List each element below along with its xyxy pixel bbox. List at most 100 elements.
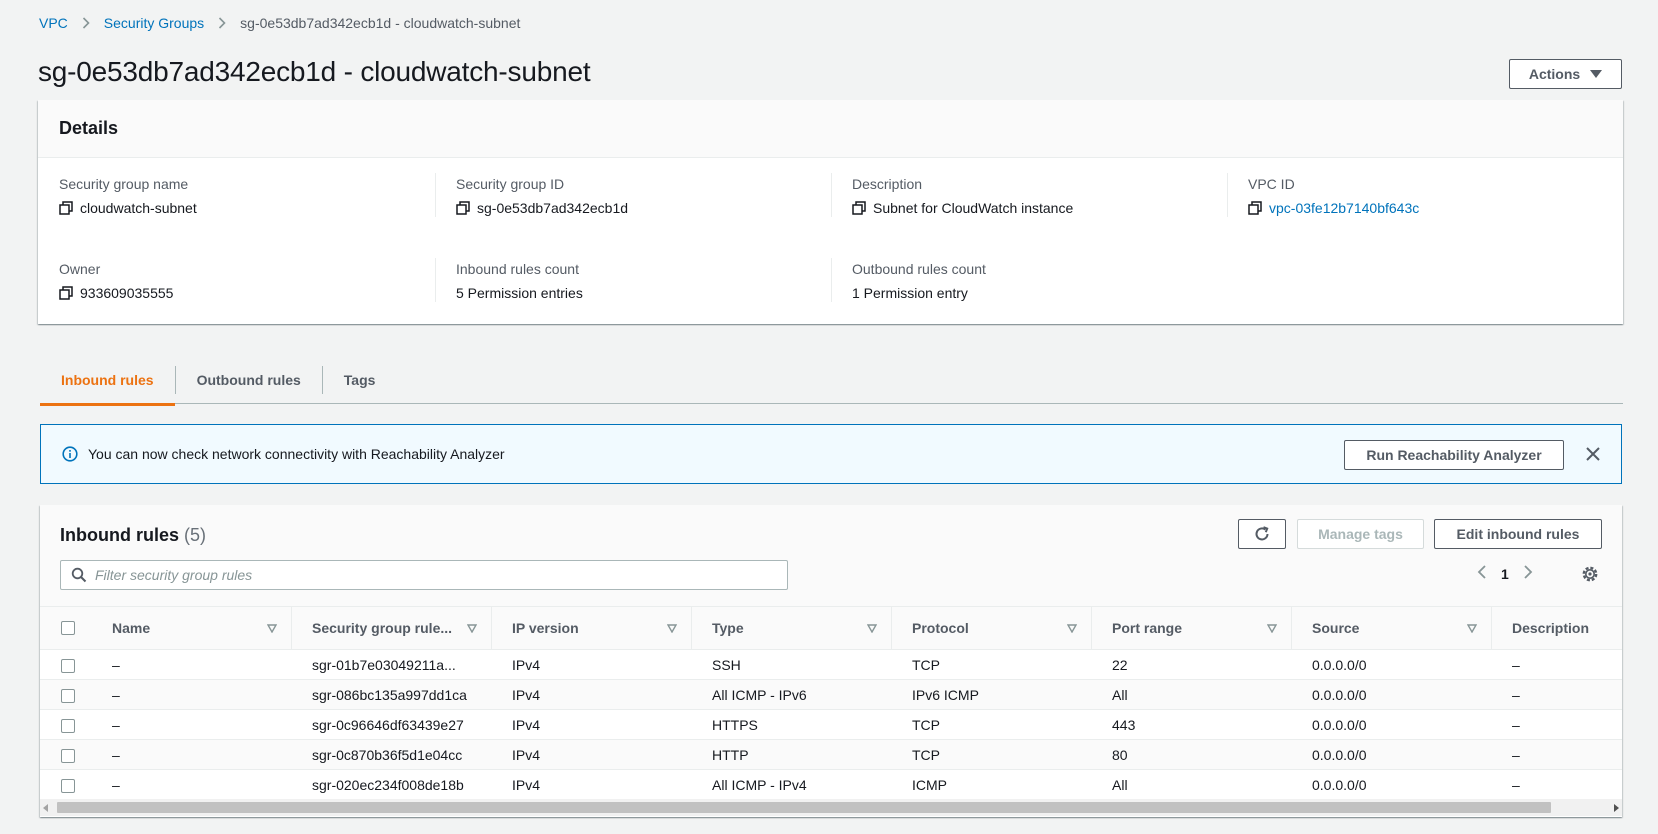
- cell-protocol: IPv6 ICMP: [912, 686, 979, 703]
- column-label: Source: [1312, 620, 1360, 636]
- details-header: Details: [38, 100, 1623, 158]
- actions-button[interactable]: Actions: [1509, 59, 1622, 89]
- column-header-description[interactable]: Description: [1492, 607, 1622, 650]
- column-header-name[interactable]: Name: [92, 607, 292, 650]
- scroll-left-arrow-icon[interactable]: [43, 804, 48, 812]
- rules-title-text: Inbound rules: [60, 525, 179, 545]
- scroll-right-arrow-icon[interactable]: [1614, 804, 1619, 812]
- refresh-button[interactable]: [1238, 519, 1286, 549]
- rules-table: Name Security group rule... IP version T…: [40, 606, 1622, 800]
- edit-inbound-rules-button[interactable]: Edit inbound rules: [1434, 519, 1602, 549]
- column-header-ip-version[interactable]: IP version: [492, 607, 692, 650]
- cell-description: –: [1512, 716, 1520, 733]
- field-value: vpc-03fe12b7140bf643c: [1248, 200, 1644, 216]
- cell-source: 0.0.0.0/0: [1312, 686, 1367, 703]
- cell-name: –: [112, 686, 120, 703]
- field-vpc-id: VPC ID vpc-03fe12b7140bf643c: [1248, 176, 1644, 216]
- copy-icon[interactable]: [456, 201, 470, 215]
- details-panel: Details Security group name cloudwatch-s…: [38, 100, 1623, 324]
- run-reachability-analyzer-button[interactable]: Run Reachability Analyzer: [1344, 440, 1564, 470]
- horizontal-scrollbar[interactable]: [40, 799, 1622, 816]
- column-label: Type: [712, 620, 744, 636]
- chevron-left-icon[interactable]: [1477, 564, 1487, 583]
- sort-icon: [1267, 623, 1277, 633]
- table-row[interactable]: – sgr-0c96646df63439e27 IPv4 HTTPS TCP 4…: [40, 710, 1622, 740]
- breadcrumb-vpc[interactable]: VPC: [39, 15, 68, 31]
- vpc-id-link[interactable]: vpc-03fe12b7140bf643c: [1269, 200, 1419, 216]
- cell-type: SSH: [712, 656, 741, 673]
- gear-icon[interactable]: [1581, 565, 1599, 583]
- cell-rule-id: sgr-086bc135a997dd1ca: [312, 686, 467, 703]
- rules-title: Inbound rules (5): [60, 525, 206, 546]
- rules-count: (5): [184, 525, 207, 545]
- column-label: Name: [112, 620, 151, 636]
- column-header-source[interactable]: Source: [1292, 607, 1492, 650]
- field-owner: Owner 933609035555: [59, 261, 455, 301]
- field-inbound-rules-count: Inbound rules count 5 Permission entries: [456, 261, 852, 301]
- table-row[interactable]: – sgr-086bc135a997dd1ca IPv4 All ICMP - …: [40, 679, 1622, 710]
- row-checkbox[interactable]: [61, 658, 75, 673]
- caret-down-icon: [1590, 70, 1603, 78]
- cell-description: –: [1512, 686, 1520, 703]
- owner-value: 933609035555: [80, 285, 174, 301]
- column-label: Port range: [1112, 620, 1183, 636]
- cell-protocol: ICMP: [912, 776, 947, 793]
- cell-port-range: All: [1112, 686, 1128, 703]
- column-header-protocol[interactable]: Protocol: [892, 607, 1092, 650]
- field-value: Subnet for CloudWatch instance: [852, 200, 1248, 216]
- column-label: Security group rule...: [312, 620, 453, 636]
- select-all-checkbox[interactable]: [61, 621, 75, 635]
- column-label: Protocol: [912, 620, 969, 636]
- sort-icon: [467, 623, 477, 633]
- scrollbar-thumb[interactable]: [57, 802, 1551, 813]
- table-row[interactable]: – sgr-020ec234f008de18b IPv4 All ICMP - …: [40, 770, 1622, 800]
- inbound-rules-panel: Inbound rules (5) Manage tags Edit inbou…: [40, 505, 1622, 817]
- breadcrumb-current: sg-0e53db7ad342ecb1d - cloudwatch-subnet: [240, 15, 521, 31]
- row-select: [40, 770, 92, 800]
- chevron-right-icon[interactable]: [1523, 564, 1533, 583]
- field-value: sg-0e53db7ad342ecb1d: [456, 200, 852, 216]
- description-value: Subnet for CloudWatch instance: [873, 200, 1074, 216]
- tab-outbound-rules[interactable]: Outbound rules: [176, 356, 322, 404]
- chevron-right-icon: [82, 17, 90, 29]
- copy-icon[interactable]: [59, 286, 73, 300]
- filter-input[interactable]: [95, 567, 775, 583]
- cell-protocol: TCP: [912, 746, 940, 763]
- cell-port-range: 80: [1112, 746, 1128, 763]
- row-checkbox[interactable]: [61, 718, 75, 733]
- details-title: Details: [59, 118, 119, 138]
- table-row[interactable]: – sgr-0c870b36f5d1e04cc IPv4 HTTP TCP 80…: [40, 739, 1622, 770]
- tab-bar: Inbound rules Outbound rules Tags: [40, 356, 1623, 406]
- copy-icon[interactable]: [852, 201, 866, 215]
- tab-tags[interactable]: Tags: [323, 356, 397, 404]
- column-header-type[interactable]: Type: [692, 607, 892, 650]
- field-description: Description Subnet for CloudWatch instan…: [852, 176, 1248, 216]
- column-header-port-range[interactable]: Port range: [1092, 607, 1292, 650]
- close-icon[interactable]: [1584, 445, 1602, 463]
- copy-icon[interactable]: [59, 201, 73, 215]
- copy-icon[interactable]: [1248, 201, 1262, 215]
- breadcrumb-security-groups[interactable]: Security Groups: [104, 15, 204, 31]
- tab-inbound-rules[interactable]: Inbound rules: [40, 356, 175, 406]
- select-all-header: [40, 607, 92, 650]
- table-header-row: Name Security group rule... IP version T…: [40, 606, 1622, 650]
- field-value: 933609035555: [59, 285, 455, 301]
- field-label: Outbound rules count: [852, 261, 986, 277]
- cell-ip-version: IPv4: [512, 746, 541, 763]
- manage-tags-button[interactable]: Manage tags: [1297, 519, 1424, 549]
- row-checkbox[interactable]: [61, 688, 75, 703]
- row-select: [40, 680, 92, 710]
- column-header-rule-id[interactable]: Security group rule...: [292, 607, 492, 650]
- table-row[interactable]: – sgr-01b7e03049211a... IPv4 SSH TCP 22 …: [40, 650, 1622, 680]
- cell-port-range: 22: [1112, 656, 1128, 673]
- page-title: sg-0e53db7ad342ecb1d - cloudwatch-subnet: [38, 56, 591, 87]
- cell-ip-version: IPv4: [512, 686, 541, 703]
- cell-ip-version: IPv4: [512, 656, 541, 673]
- row-checkbox[interactable]: [61, 778, 75, 793]
- column-label: Description: [1512, 620, 1590, 636]
- page-number[interactable]: 1: [1501, 566, 1509, 582]
- cell-protocol: TCP: [912, 716, 940, 733]
- cell-rule-id: sgr-020ec234f008de18b: [312, 776, 464, 793]
- field-label: Description: [852, 176, 923, 192]
- row-checkbox[interactable]: [61, 748, 75, 763]
